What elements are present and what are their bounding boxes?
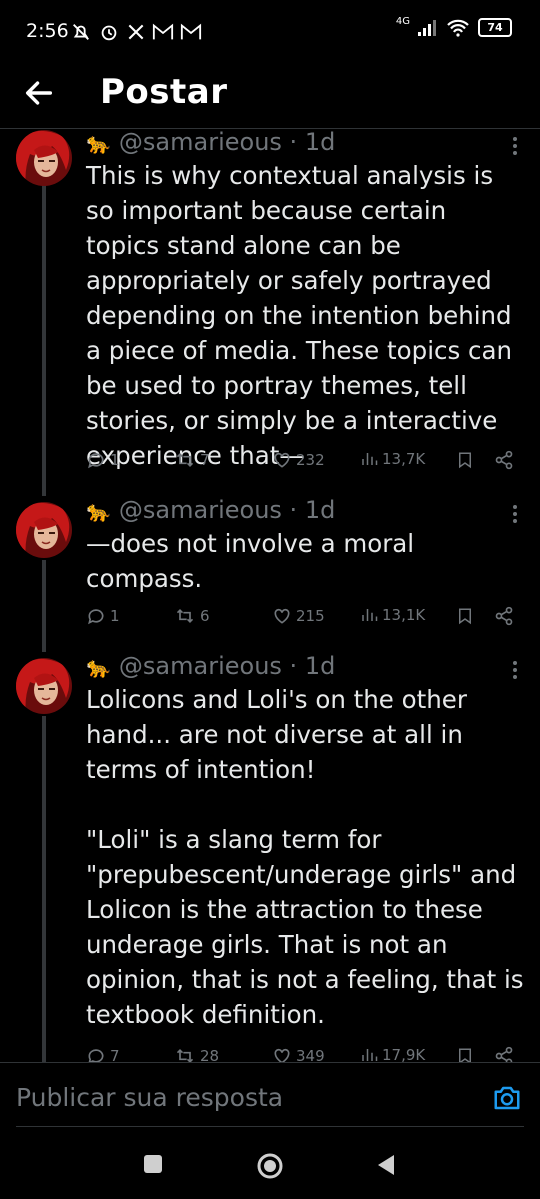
heart-icon — [274, 608, 290, 624]
back-triangle-icon[interactable] — [376, 1154, 396, 1176]
badge-icon: 🐆 — [86, 131, 111, 155]
avatar[interactable] — [16, 502, 72, 558]
repost-button[interactable]: 6 — [174, 606, 210, 626]
reply-icon — [88, 609, 104, 625]
tweet-actions: 1 7 232 13,7K — [86, 450, 526, 480]
more-options-icon[interactable] — [510, 658, 520, 682]
tweet-actions: 1 6 215 13,1K — [86, 606, 526, 636]
reply-count: 1 — [110, 451, 120, 469]
views-icon — [362, 609, 378, 621]
reply-composer: Publicar sua resposta — [0, 1062, 540, 1133]
tweet-age: 1d — [304, 128, 336, 156]
gmail-icon-2 — [180, 23, 202, 40]
like-count: 215 — [296, 607, 325, 625]
tweet-age: 1d — [304, 496, 336, 524]
thread-connector — [42, 716, 46, 1062]
tweet-text: Lolicons and Loli's on the other hand...… — [86, 685, 524, 1029]
muted-bell-icon — [73, 24, 89, 40]
gmail-icon — [152, 23, 174, 40]
repost-count: 7 — [200, 451, 210, 469]
reply-count: 1 — [110, 607, 120, 625]
alarm-icon — [101, 25, 117, 41]
tweet-age: 1d — [304, 652, 336, 680]
repost-button[interactable]: 7 — [174, 450, 210, 470]
share-icon[interactable] — [494, 450, 514, 470]
views-icon — [362, 453, 378, 465]
page-title: Postar — [100, 72, 228, 112]
like-button[interactable]: 215 — [272, 606, 325, 626]
top-app-bar: Postar — [0, 64, 540, 129]
views-button[interactable]: 13,1K — [360, 606, 425, 624]
home-icon[interactable] — [256, 1152, 284, 1180]
battery-indicator: 74 — [478, 18, 512, 37]
wifi-icon — [447, 19, 469, 37]
like-count: 232 — [296, 451, 325, 469]
reply-input[interactable]: Publicar sua resposta — [16, 1083, 283, 1112]
tweet-meta: 🐆 @samarieous · 1d — [86, 496, 335, 524]
tweet-handle[interactable]: @samarieous — [119, 496, 282, 524]
recents-icon[interactable] — [143, 1154, 163, 1174]
more-options-icon[interactable] — [510, 134, 520, 158]
reply-button[interactable]: 1 — [86, 450, 120, 470]
reply-icon — [88, 453, 104, 469]
repost-icon — [176, 452, 194, 468]
reply-button[interactable]: 1 — [86, 606, 120, 626]
repost-count: 6 — [200, 607, 210, 625]
arrow-left-icon[interactable] — [22, 76, 56, 110]
input-underline — [16, 1126, 524, 1127]
system-nav-bar — [0, 1132, 540, 1199]
like-button[interactable]: 232 — [272, 450, 325, 470]
tweet-meta: 🐆 @samarieous · 1d — [86, 128, 335, 156]
signal-icon — [418, 19, 436, 36]
network-type: 4G — [395, 16, 410, 27]
avatar[interactable] — [16, 658, 72, 714]
status-time: 2:56 — [26, 20, 69, 42]
bookmark-icon[interactable] — [456, 450, 474, 470]
view-count: 13,7K — [382, 450, 426, 468]
repost-icon — [176, 608, 194, 624]
tweet-meta: 🐆 @samarieous · 1d — [86, 652, 335, 680]
x-logo-icon — [128, 24, 144, 40]
share-icon[interactable] — [494, 606, 514, 626]
thread-connector — [42, 184, 46, 496]
more-options-icon[interactable] — [510, 502, 520, 526]
heart-icon — [274, 452, 290, 468]
tweet-text: This is why contextual analysis is so im… — [86, 161, 513, 470]
tweet-handle[interactable]: @samarieous — [119, 128, 282, 156]
views-button[interactable]: 13,7K — [360, 450, 425, 468]
status-right: 4G 74 — [395, 16, 512, 37]
tweet-text: —does not involve a moral compass. — [86, 529, 415, 593]
camera-icon[interactable] — [492, 1083, 522, 1113]
meta-separator: · — [289, 128, 298, 156]
thread-connector — [42, 560, 46, 652]
tweet-handle[interactable]: @samarieous — [119, 652, 282, 680]
avatar[interactable] — [16, 130, 72, 186]
view-count: 13,1K — [382, 606, 426, 624]
badge-icon: 🐆 — [86, 499, 111, 523]
notification-icons — [70, 20, 202, 44]
bookmark-icon[interactable] — [456, 606, 474, 626]
badge-icon: 🐆 — [86, 655, 111, 679]
status-bar: 2:56 4G 74 — [0, 0, 540, 64]
meta-separator: · — [289, 652, 298, 680]
meta-separator: · — [289, 496, 298, 524]
